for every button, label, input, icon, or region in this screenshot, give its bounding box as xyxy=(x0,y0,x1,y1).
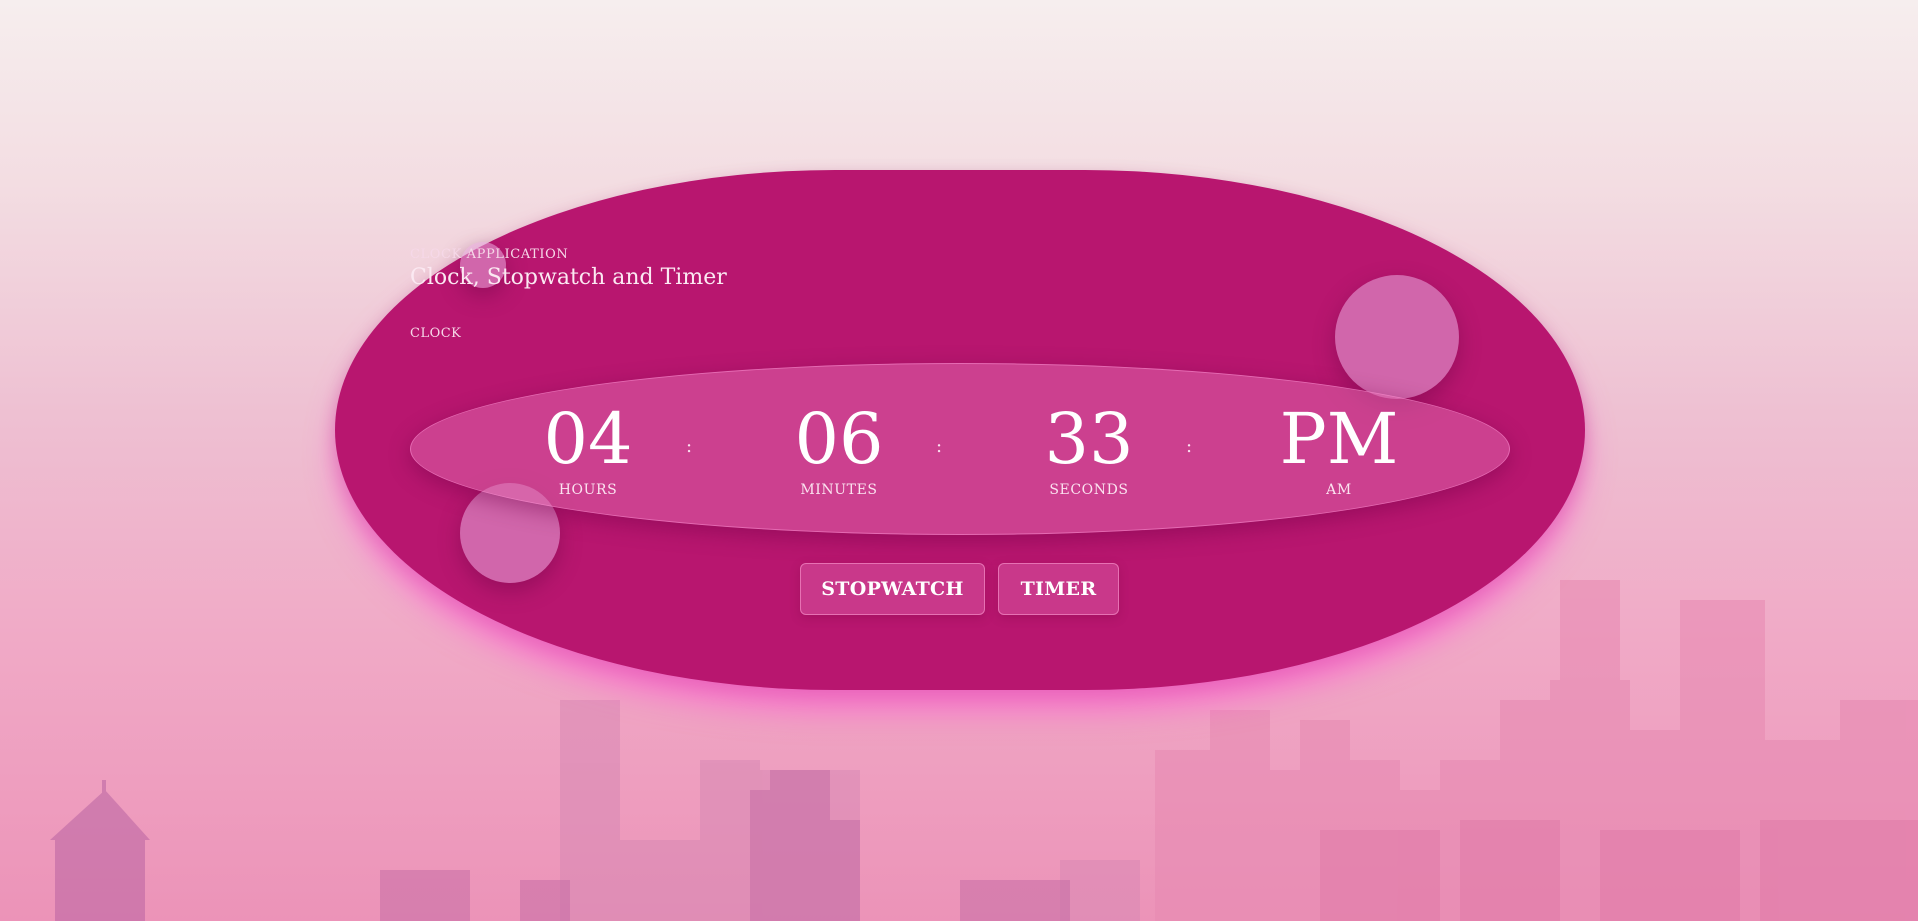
seconds-label: SECONDS xyxy=(1049,482,1129,498)
minutes-label: MINUTES xyxy=(800,482,878,498)
hours-unit: 04 HOURS xyxy=(508,364,668,498)
seconds-unit: 33 SECONDS xyxy=(1009,364,1169,498)
page-title: Clock, Stopwatch and Timer xyxy=(410,265,727,290)
stopwatch-button[interactable]: STOPWATCH xyxy=(800,563,985,615)
section-label: CLOCK xyxy=(410,326,462,341)
clock-display: 04 HOURS : 06 MINUTES : 33 SECONDS : PM … xyxy=(410,363,1510,535)
period-unit: PM AM xyxy=(1259,364,1419,498)
hours-value: 04 xyxy=(543,398,633,480)
seconds-value: 33 xyxy=(1044,398,1134,480)
minutes-value: 06 xyxy=(794,398,884,480)
clock-card: CLOCK APPLICATION Clock, Stopwatch and T… xyxy=(335,170,1585,690)
period-label: AM xyxy=(1326,482,1352,498)
hours-label: HOURS xyxy=(558,482,618,498)
period-value: PM xyxy=(1279,398,1399,480)
timer-button[interactable]: TIMER xyxy=(998,563,1119,615)
separator: : xyxy=(685,436,693,457)
minutes-unit: 06 MINUTES xyxy=(759,364,919,498)
app-eyebrow: CLOCK APPLICATION xyxy=(410,247,569,262)
separator: : xyxy=(1185,436,1193,457)
separator: : xyxy=(935,436,943,457)
